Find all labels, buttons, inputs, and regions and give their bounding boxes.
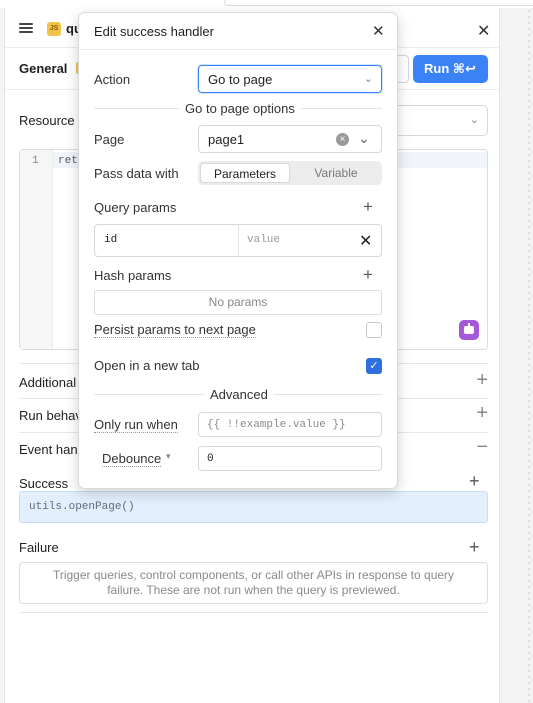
debounce-dropdown[interactable]: Debounce ▾ [94, 447, 180, 471]
pass-data-toggle: Parameters Variable [198, 161, 382, 185]
top-strip [0, 0, 533, 8]
section-label: Additional [19, 375, 77, 390]
chevron-down-icon: ⌄ [363, 73, 373, 85]
success-label: Success [19, 476, 69, 491]
popover-title: Edit success handler [94, 24, 214, 39]
only-run-when-label: Only run when [94, 417, 178, 433]
tab-general[interactable]: General [19, 61, 67, 76]
hash-params-label: Hash params [94, 268, 172, 283]
advanced-heading: Advanced [204, 387, 274, 402]
popover-header: Edit success handler ✕ [79, 13, 397, 50]
page-select[interactable]: page1 × ⌄ [198, 125, 382, 153]
persist-params-label: Persist params to next page [94, 322, 256, 338]
resource-label: Resource [19, 113, 75, 128]
close-icon[interactable]: ✕ [477, 21, 490, 41]
section-label: Event hand [19, 442, 85, 457]
ai-assist-icon[interactable] [459, 320, 479, 340]
failure-empty-state: Trigger queries, control components, or … [19, 562, 488, 604]
js-icon: JS [47, 22, 61, 36]
new-tab-label: Open in a new tab [94, 358, 200, 373]
debounce-input[interactable]: 0 [198, 446, 382, 471]
add-query-param-icon[interactable]: + [363, 197, 373, 217]
menu-icon[interactable] [19, 23, 33, 33]
plus-icon[interactable]: + [476, 402, 488, 424]
action-select[interactable]: Go to page ⌄ [198, 65, 382, 93]
section-label: Run behav [19, 408, 82, 423]
divider [238, 225, 239, 256]
canvas-grid [526, 8, 533, 703]
edit-success-handler-popover: Edit success handler ✕ Action Go to page… [78, 12, 398, 489]
add-success-handler-icon[interactable]: + [469, 471, 480, 492]
new-tab-checkbox[interactable]: ✓ [366, 358, 382, 374]
divider [19, 612, 488, 613]
only-run-when-input[interactable]: {{ !!example.value }} [198, 412, 382, 437]
pass-data-variable[interactable]: Variable [292, 163, 380, 183]
code-line[interactable]: ret [58, 155, 78, 167]
debounce-label: Debounce [102, 451, 162, 467]
debounce-value: 0 [207, 453, 214, 465]
chevron-down-icon: ⌄ [469, 114, 479, 126]
page-label: Page [94, 132, 125, 147]
action-value: Go to page [208, 72, 273, 87]
query-param-value[interactable]: value [247, 234, 280, 246]
options-heading: Go to page options [179, 101, 301, 116]
minus-icon[interactable]: − [476, 436, 488, 458]
chevron-down-icon: ▾ [166, 451, 171, 461]
line-number: 1 [32, 155, 39, 167]
plus-icon[interactable]: + [476, 369, 488, 391]
add-hash-param-icon[interactable]: + [363, 265, 373, 285]
success-handler-text: utils.openPage() [29, 501, 135, 513]
run-button[interactable]: Run ⌘↩ [413, 55, 488, 83]
resource-select[interactable]: ⌄ [397, 105, 488, 136]
pass-data-label: Pass data with [94, 166, 179, 181]
query-params-label: Query params [94, 200, 177, 215]
failure-label: Failure [19, 540, 59, 555]
action-label: Action [94, 72, 131, 87]
hidden-toolbar-button[interactable] [397, 55, 409, 83]
close-icon[interactable]: ✕ [372, 22, 385, 40]
pass-data-parameters[interactable]: Parameters [200, 163, 290, 183]
success-handler-item[interactable]: utils.openPage() [19, 491, 488, 523]
remove-param-icon[interactable]: ✕ [359, 231, 372, 251]
canvas-edge [500, 8, 533, 703]
no-params-placeholder: No params [94, 290, 382, 315]
add-failure-handler-icon[interactable]: + [469, 537, 480, 558]
persist-params-checkbox[interactable] [366, 322, 382, 338]
clear-icon[interactable]: × [336, 133, 349, 146]
only-run-when-placeholder: {{ !!example.value }} [207, 419, 346, 431]
top-search-outline [224, 0, 533, 6]
query-param-row: id value ✕ [94, 224, 382, 257]
query-param-key[interactable]: id [104, 234, 117, 246]
chevron-down-icon[interactable]: ⌄ [358, 130, 370, 147]
editor-gutter [20, 150, 53, 349]
page-value: page1 [208, 132, 245, 147]
